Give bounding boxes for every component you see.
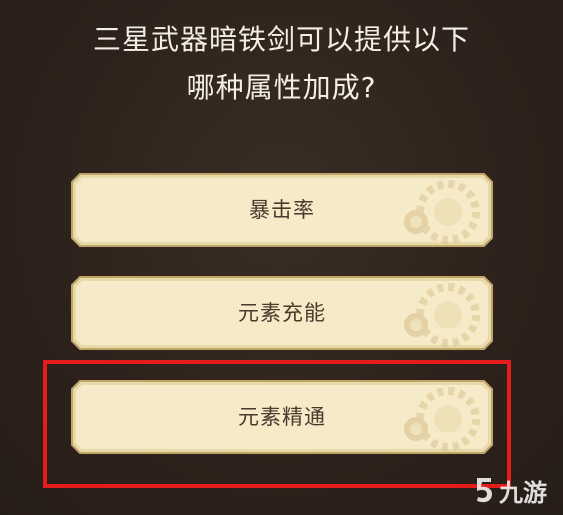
question-line-1: 三星武器暗铁剑可以提供以下 [92,23,470,56]
watermark: 九游 [473,470,547,510]
answer-highlight-box [43,360,511,488]
jiuyou-logo-icon [477,478,492,503]
watermark-text: 九游 [499,478,547,507]
answer-option-1-label: 暴击率 [249,198,315,222]
answer-option-2-label: 元素充能 [238,301,326,325]
question-line-2: 哪种属性加成? [186,71,377,104]
answer-option-1[interactable]: 暴击率 [70,172,494,248]
answer-option-2[interactable]: 元素充能 [70,275,494,351]
